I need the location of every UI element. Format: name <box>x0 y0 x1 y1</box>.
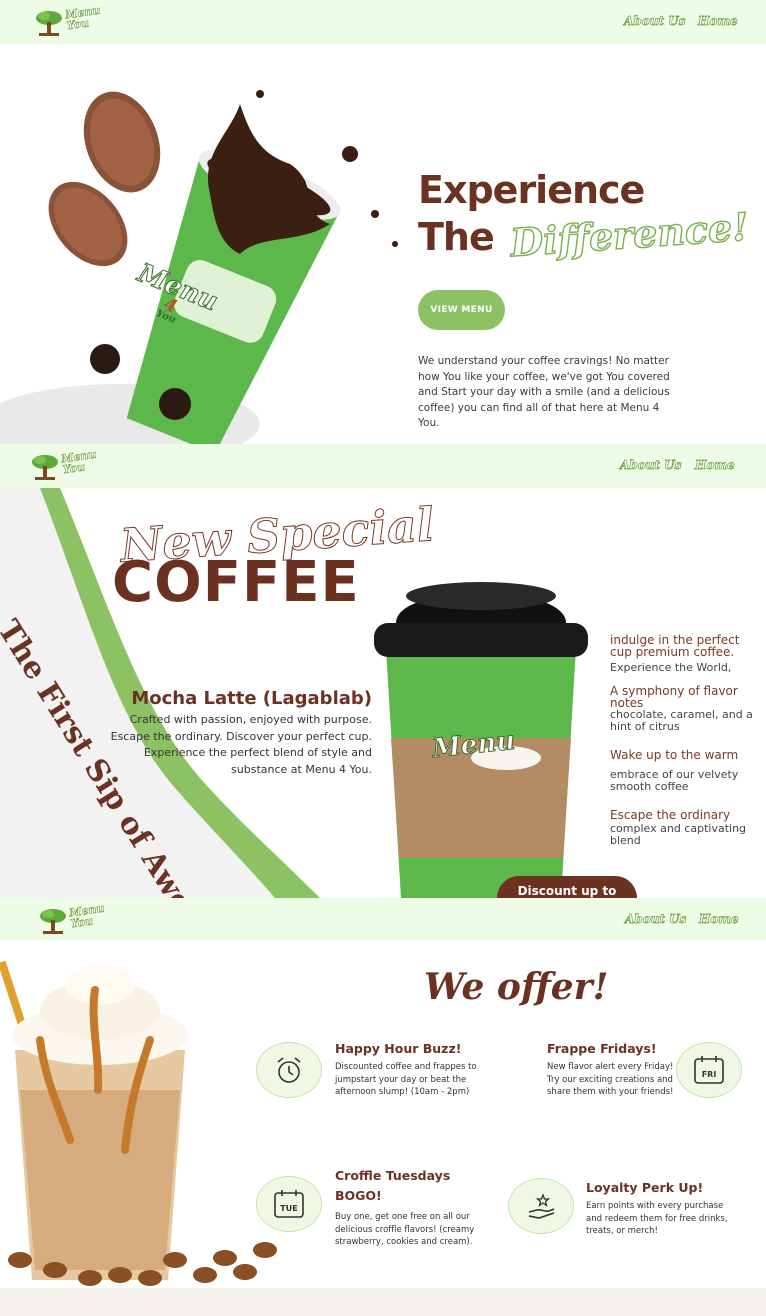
hero-title-line2: The <box>418 215 495 259</box>
svg-text:TUE: TUE <box>280 1204 297 1213</box>
offer-item: Loyalty Perk Up! Earn points with every … <box>586 1180 728 1236</box>
feature-item: Escape the ordinary complex and captivat… <box>610 808 747 847</box>
feature-item: Wake up to the warm embrace of our velve… <box>610 748 739 793</box>
offers-heading: We offer! <box>424 966 609 1008</box>
top-navbar: Menu You About Us Home <box>0 444 766 488</box>
offer-item: Happy Hour Buzz! Discounted coffee and f… <box>335 1041 477 1097</box>
brand-logo[interactable]: Menu You <box>30 447 100 484</box>
offers-section: Menu You About Us Home We offer! Happy Ho… <box>0 898 766 1288</box>
alarm-clock-icon <box>256 1042 322 1098</box>
hero-section: Menu You About Us Home Menu 4 You Experi… <box>0 0 766 444</box>
top-navbar: Menu You About Us Home <box>0 0 766 44</box>
nav-home[interactable]: Home <box>698 14 738 29</box>
calendar-tue-icon: TUE <box>256 1176 322 1232</box>
logo-wordmark: Menu You <box>68 901 106 931</box>
brand-logo[interactable]: Menu You <box>34 3 104 40</box>
feature-list: indulge in the perfect cup premium coffe… <box>610 634 762 847</box>
special-heading: COFFEE <box>112 550 360 615</box>
nav-home[interactable]: Home <box>695 458 735 473</box>
nav-home[interactable]: Home <box>699 912 739 927</box>
hero-description: We understand your coffee cravings! No m… <box>418 355 670 429</box>
feature-item: A symphony of flavor notes chocolate, ca… <box>610 684 753 733</box>
special-section: MenuYou About Us Home The First Sip of A… <box>0 444 766 898</box>
hero-script-word: Difference! <box>508 203 751 266</box>
tree-logo-icon <box>36 11 62 36</box>
calendar-fri-icon: FRI <box>676 1042 742 1098</box>
product-description: Crafted with passion, enjoyed with purpo… <box>110 713 372 776</box>
offer-item: Croffle Tuesdays BOGO! Buy one, get one … <box>335 1168 475 1247</box>
hero-coffee-cup-image <box>0 90 398 444</box>
page-footer-strip <box>0 1288 766 1316</box>
nav-about-us[interactable]: About Us <box>625 912 687 927</box>
view-menu-button[interactable]: VIEW MENU <box>418 290 505 330</box>
nav-about-us[interactable]: About Us <box>624 14 686 29</box>
brand-logo[interactable]: Menu You <box>38 901 108 938</box>
tree-logo-icon <box>40 909 66 934</box>
product-name: Mocha Latte (Lagablab) <box>131 688 372 709</box>
feature-item: indulge in the perfect cup premium coffe… <box>610 633 740 674</box>
hand-star-icon <box>508 1178 574 1234</box>
logo-wordmark: Menu You <box>64 3 102 33</box>
discount-badge[interactable]: Discount up to <box>497 876 637 898</box>
offer-item: Frappe Fridays! New flavor alert every F… <box>547 1041 674 1097</box>
frappe-drink-image <box>0 960 277 1286</box>
tree-logo-icon <box>32 455 58 480</box>
top-navbar: Menu You About Us Home <box>0 898 766 940</box>
nav-about-us[interactable]: About Us <box>620 458 682 473</box>
hero-title-line1: Experience <box>418 168 645 212</box>
logo-wordmark: Menu You <box>60 447 98 477</box>
svg-text:FRI: FRI <box>702 1070 717 1079</box>
